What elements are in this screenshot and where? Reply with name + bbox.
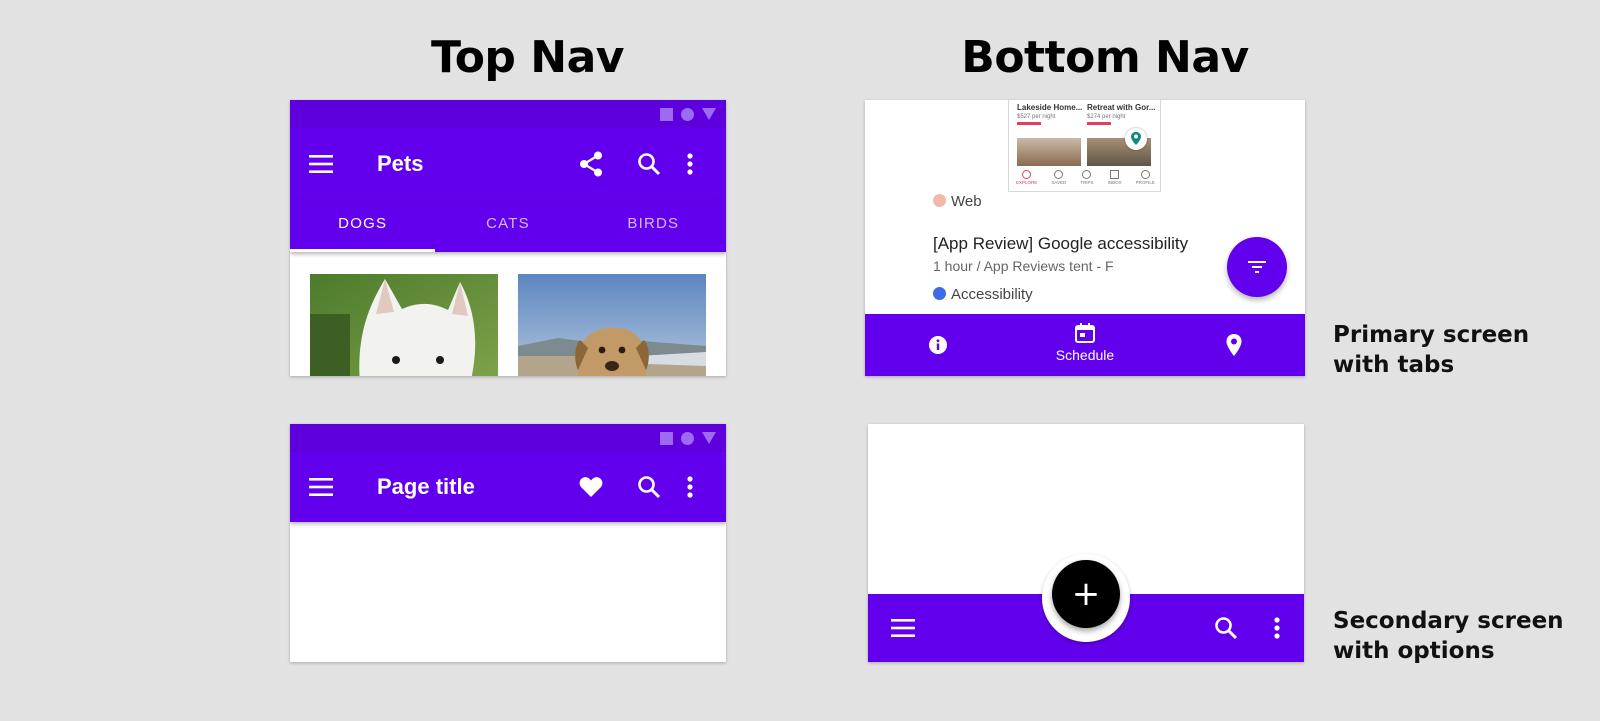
- event-subtitle: 1 hour / App Reviews tent - F: [933, 258, 1114, 274]
- app-thumbnail: Lakeside Home... Retreat with Gor... $52…: [1008, 100, 1161, 192]
- thumb-tab-saved: SAVED: [1051, 168, 1066, 191]
- thumb-listing-1-price: $527 per night: [1017, 114, 1056, 120]
- nav-item-schedule-label: Schedule: [1055, 347, 1115, 363]
- filter-icon: [1248, 261, 1266, 273]
- bottom-nav-primary-screen: Lakeside Home... Retreat with Gor... $52…: [865, 100, 1305, 376]
- web-tag-dot: [933, 194, 946, 207]
- nav-item-schedule[interactable]: Schedule: [1045, 322, 1125, 368]
- share-icon[interactable]: [577, 150, 605, 178]
- search-icon[interactable]: [1212, 614, 1240, 642]
- tag-accessibility: Accessibility: [933, 286, 1033, 303]
- thumb-photo-1: [1017, 138, 1081, 166]
- top-nav-primary-screen: Pets DOGS CATS BIRDS: [290, 100, 726, 376]
- primary-screen-label: Primary screen with tabs: [1333, 320, 1529, 380]
- status-triangle-icon: [702, 432, 716, 444]
- location-pin-icon[interactable]: [1221, 331, 1247, 359]
- tab-cats[interactable]: CATS: [435, 200, 580, 252]
- tab-birds[interactable]: BIRDS: [581, 200, 726, 252]
- app-bar-title: Pets: [377, 151, 424, 176]
- tab-dogs[interactable]: DOGS: [290, 200, 436, 252]
- thumb-rating-2: [1087, 122, 1111, 125]
- web-tag-label: Web: [951, 193, 982, 210]
- accessibility-tag-dot: [933, 287, 946, 300]
- secondary-screen-label: Secondary screen with options: [1333, 606, 1564, 666]
- secondary-label-line1: Secondary screen: [1333, 608, 1564, 634]
- bottom-nav-heading: Bottom Nav: [961, 32, 1249, 83]
- status-square-icon: [660, 431, 673, 445]
- thumb-tab-explore: EXPLORE: [1016, 168, 1037, 191]
- filter-fab[interactable]: [1227, 237, 1287, 297]
- thumb-listing-2-price: $274 per night: [1087, 114, 1126, 120]
- top-nav-heading: Top Nav: [431, 32, 624, 83]
- status-bar: [290, 424, 726, 452]
- tag-web: Web: [933, 193, 982, 210]
- primary-label-line1: Primary screen: [1333, 322, 1530, 348]
- thumb-rating-1: [1017, 122, 1041, 125]
- bottom-navigation-bar: Schedule: [865, 314, 1305, 376]
- thumb-tab-inbox: INBOX: [1108, 168, 1122, 191]
- calendar-icon: [1075, 323, 1095, 343]
- thumb-tab-profile: PROFILE: [1136, 168, 1155, 191]
- more-vert-icon[interactable]: [682, 473, 698, 501]
- bottom-nav-secondary-screen: +: [868, 424, 1304, 662]
- info-icon[interactable]: [925, 332, 951, 358]
- more-vert-icon[interactable]: [682, 150, 698, 178]
- menu-icon[interactable]: [308, 475, 334, 499]
- search-icon[interactable]: [635, 150, 663, 178]
- more-vert-icon[interactable]: [1269, 614, 1285, 642]
- primary-label-line2: with tabs: [1333, 352, 1455, 378]
- heart-icon[interactable]: [577, 473, 605, 501]
- menu-icon[interactable]: [308, 152, 334, 176]
- accessibility-tag-label: Accessibility: [951, 286, 1033, 303]
- dog-photo-westie[interactable]: [310, 274, 498, 376]
- status-circle-icon: [681, 107, 694, 121]
- top-nav-secondary-screen: Page title: [290, 424, 726, 662]
- search-icon[interactable]: [635, 473, 663, 501]
- app-bar-title: Page title: [377, 474, 475, 499]
- dog-photo-labrador[interactable]: [518, 274, 706, 376]
- add-fab[interactable]: +: [1052, 560, 1120, 628]
- event-title[interactable]: [App Review] Google accessibility: [933, 234, 1188, 254]
- tab-bar: DOGS CATS BIRDS: [290, 200, 726, 252]
- thumb-map-pin-icon: [1125, 128, 1147, 150]
- thumb-listing-2-title: Retreat with Gor...: [1087, 103, 1156, 112]
- thumb-listing-1-title: Lakeside Home...: [1017, 103, 1083, 112]
- thumb-tab-trips: TRIPS: [1080, 168, 1094, 191]
- status-triangle-icon: [702, 108, 716, 120]
- status-circle-icon: [681, 431, 694, 445]
- secondary-label-line2: with options: [1333, 638, 1495, 664]
- top-app-bar: Page title: [290, 452, 726, 522]
- status-square-icon: [660, 107, 673, 121]
- add-icon: +: [1071, 574, 1101, 614]
- thumb-bottom-nav: EXPLORE SAVED TRIPS INBOX PROFILE: [1009, 168, 1160, 191]
- menu-icon[interactable]: [890, 616, 916, 640]
- status-bar: [290, 100, 726, 128]
- top-app-bar: Pets: [290, 128, 726, 200]
